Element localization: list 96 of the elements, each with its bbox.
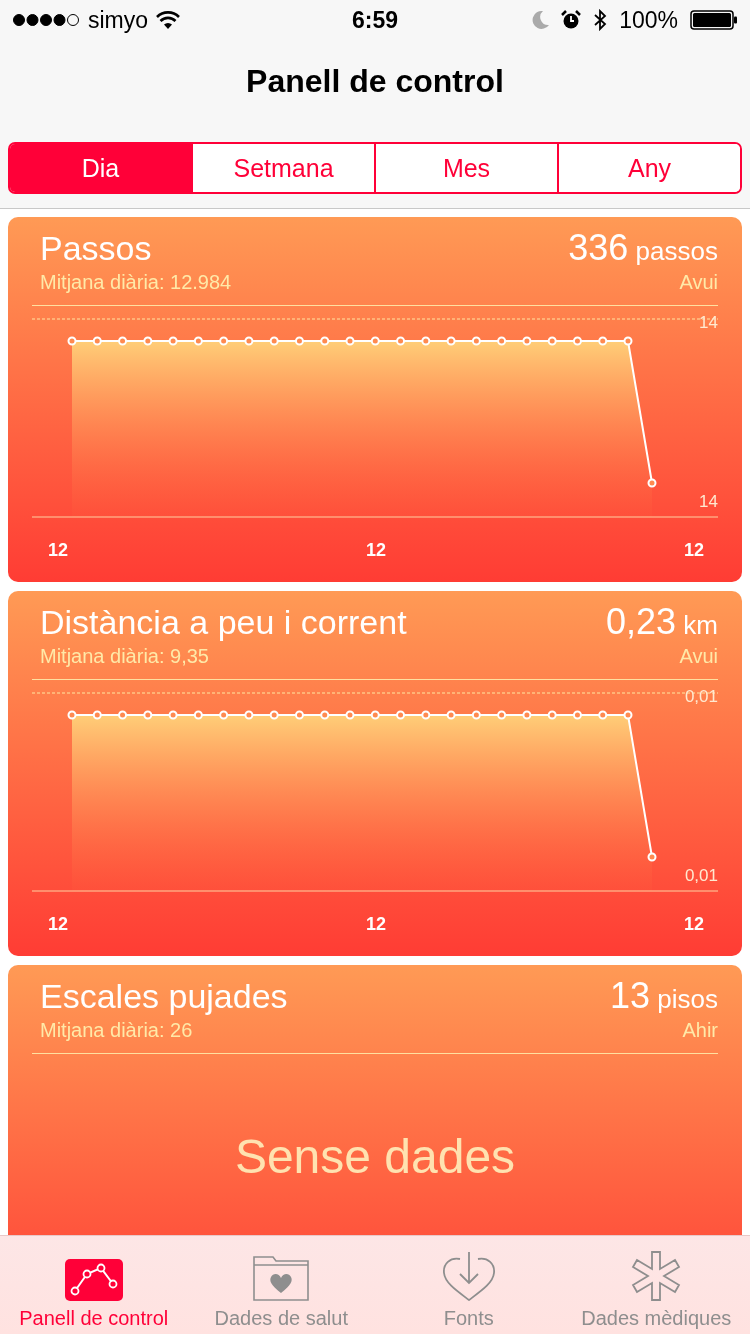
data-point: [421, 710, 431, 720]
metric-date: Avui: [679, 271, 718, 294]
carrier-name: simyo: [88, 6, 149, 34]
no-data-message: Sense dades: [234, 1129, 516, 1184]
period-tab[interactable]: Any: [557, 144, 740, 192]
data-point: [92, 336, 102, 346]
battery-icon: [690, 10, 738, 30]
axis-label: 12: [683, 540, 704, 561]
data-point: [598, 710, 608, 720]
data-point: [294, 336, 304, 346]
tab-bar-item[interactable]: Dades mèdiques: [562, 1236, 750, 1334]
data-point: [92, 710, 102, 720]
axis-label: 12: [683, 914, 704, 935]
data-point: [320, 336, 330, 346]
data-point: [547, 710, 557, 720]
data-point: [572, 336, 582, 346]
data-point: [118, 336, 128, 346]
line-chart-icon: [64, 1259, 123, 1301]
metric-value: 13 pisos: [610, 975, 718, 1017]
axis-label: 12: [48, 914, 69, 935]
period-tab[interactable]: Dia: [10, 144, 191, 192]
data-point: [269, 336, 279, 346]
data-point: [168, 710, 178, 720]
data-point: [623, 336, 633, 346]
daily-average: Mitjana diària: 12.984: [40, 271, 232, 294]
folder-heart-icon: [253, 1255, 310, 1301]
data-point: [598, 336, 608, 346]
metric-date: Ahir: [682, 1019, 718, 1042]
data-point: [522, 710, 532, 720]
metric-title: Escales pujades: [40, 977, 288, 1016]
data-point: [345, 710, 355, 720]
data-point: [370, 336, 380, 346]
data-point: [193, 710, 203, 720]
data-point: [497, 710, 507, 720]
axis-label: 12: [48, 540, 69, 561]
data-point: [471, 336, 481, 346]
data-point: [547, 336, 557, 346]
data-point: [67, 710, 77, 720]
metric-card[interactable]: Distància a peu i corrent 0,23 km Mitjana diària: 9,35 Avui 0,01 0,01 12 12 12: [8, 591, 742, 956]
data-point: [446, 336, 456, 346]
signal-icon: [12, 13, 80, 27]
data-point: [396, 710, 406, 720]
data-point: [244, 336, 254, 346]
heart-download-icon: [441, 1251, 496, 1301]
data-point: [269, 710, 279, 720]
battery-percentage: 100%: [619, 6, 678, 34]
tab-bar-item[interactable]: Fonts: [375, 1236, 563, 1334]
data-point: [118, 710, 128, 720]
data-point: [647, 478, 657, 488]
data-point: [219, 710, 229, 720]
metric-date: Avui: [679, 645, 718, 668]
daily-average: Mitjana diària: 26: [40, 1019, 193, 1042]
axis-label: 12: [366, 540, 386, 561]
axis-label: 0,01: [684, 866, 718, 886]
data-point: [396, 336, 406, 346]
alarm-clock-icon: [561, 10, 582, 30]
tab-bar-item[interactable]: Dades de salut: [187, 1236, 375, 1334]
metric-value: 336 passos: [568, 227, 718, 269]
metric-card[interactable]: Escales pujades 13 pisos Mitjana diària: 26 Ahir Sense dades: [8, 965, 742, 1235]
data-point: [471, 710, 481, 720]
axis-label: 0,01: [684, 687, 718, 707]
data-point: [370, 710, 380, 720]
axis-label: 14: [699, 492, 718, 512]
metric-title: Distància a peu i corrent: [40, 603, 407, 642]
period-tab[interactable]: Mes: [374, 144, 557, 192]
data-point: [421, 336, 431, 346]
data-point: [219, 336, 229, 346]
data-point: [345, 336, 355, 346]
data-point: [193, 336, 203, 346]
wifi-icon: [156, 11, 181, 29]
bluetooth-icon: [593, 9, 608, 31]
data-point: [647, 852, 657, 862]
data-point: [143, 710, 153, 720]
metric-title: Passos: [40, 229, 152, 268]
data-point: [244, 710, 254, 720]
metric-card[interactable]: Passos 336 passos Mitjana diària: 12.984 Avui 14 14 12 12 12: [8, 217, 742, 582]
data-point: [143, 336, 153, 346]
daily-average: Mitjana diària: 9,35: [40, 645, 209, 668]
data-point: [446, 710, 456, 720]
screen-title: Panell de control: [246, 62, 504, 100]
period-tab[interactable]: Setmana: [191, 144, 374, 192]
data-point: [623, 710, 633, 720]
metric-value: 0,23 km: [606, 601, 718, 643]
axis-label: 14: [699, 313, 718, 333]
data-point: [522, 336, 532, 346]
clock-time: 6:59: [352, 6, 398, 34]
axis-label: 12: [366, 914, 386, 935]
data-point: [320, 710, 330, 720]
tab-bar-item[interactable]: Panell de control: [0, 1236, 188, 1334]
data-point: [294, 710, 304, 720]
asterisk-icon: [630, 1251, 683, 1301]
moon-icon: [531, 10, 550, 30]
data-point: [67, 336, 77, 346]
data-point: [572, 710, 582, 720]
data-point: [168, 336, 178, 346]
data-point: [497, 336, 507, 346]
